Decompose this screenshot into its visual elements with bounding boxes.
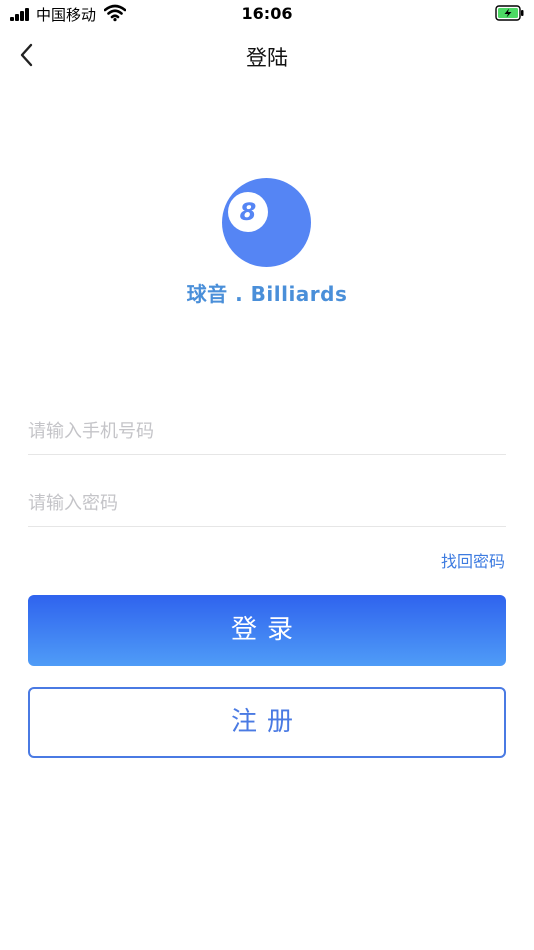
login-screen: 中国移动 16:06 登陆 8 球音 . Billiards 请输入手机号码 找… xyxy=(0,0,534,950)
password-input[interactable] xyxy=(28,487,506,519)
phone-field xyxy=(28,405,506,455)
password-field xyxy=(28,477,506,527)
status-time: 16:06 xyxy=(241,4,293,23)
ball-number: 8 xyxy=(239,198,257,226)
app-logo: 8 xyxy=(222,178,311,267)
brand-name: 球音 . Billiards xyxy=(186,282,348,306)
page-title: 登陆 xyxy=(246,46,288,70)
battery-charging-icon xyxy=(495,5,524,21)
register-button[interactable]: 注册 xyxy=(28,687,506,758)
forgot-password-link[interactable]: 找回密码 xyxy=(441,548,505,572)
login-button[interactable]: 登录 xyxy=(28,595,506,666)
phone-input[interactable] xyxy=(28,415,506,447)
billiard-ball-icon: 8 xyxy=(228,192,268,232)
status-bar: 中国移动 16:06 xyxy=(0,0,534,28)
nav-bar: 登陆 xyxy=(0,28,534,82)
